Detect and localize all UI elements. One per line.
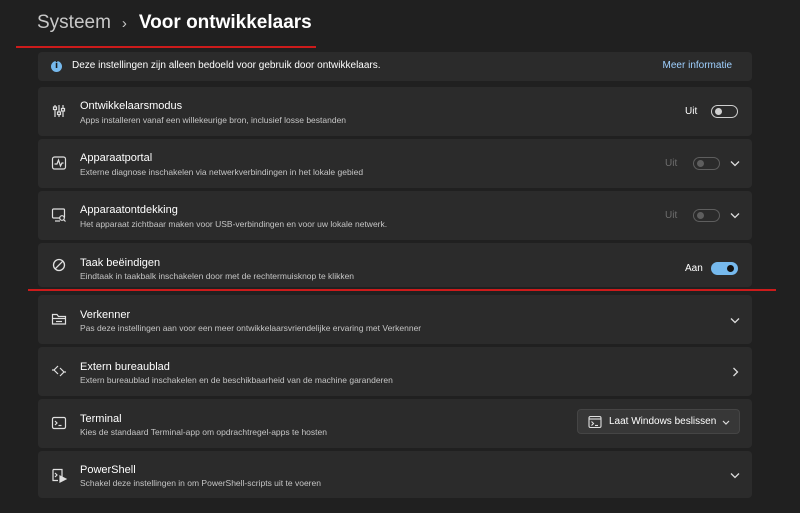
setting-device-portal[interactable]: Apparaatportal Externe diagnose inschake… bbox=[38, 139, 752, 188]
end-task-toggle[interactable] bbox=[711, 262, 738, 275]
device-portal-toggle[interactable] bbox=[693, 157, 720, 170]
chevron-down-icon[interactable] bbox=[730, 212, 740, 219]
setting-title: Apparaatontdekking bbox=[80, 204, 178, 216]
setting-title: Taak beëindigen bbox=[80, 257, 161, 269]
setting-title: Terminal bbox=[80, 413, 122, 425]
setting-description: Eindtaak in taakbalk inschakelen door me… bbox=[80, 271, 355, 281]
setting-description: Het apparaat zichtbaar maken voor USB-ve… bbox=[80, 219, 388, 229]
setting-title: Extern bureaublad bbox=[80, 361, 170, 373]
chevron-down-icon[interactable] bbox=[730, 472, 740, 479]
setting-end-task: Taak beëindigen Eindtaak in taakbalk ins… bbox=[38, 243, 752, 287]
end-task-icon bbox=[51, 257, 67, 273]
info-banner: i Deze instellingen zijn alleen bedoeld … bbox=[38, 52, 752, 81]
terminal-app-dropdown[interactable]: Laat Windows beslissen bbox=[577, 409, 740, 434]
device-portal-icon bbox=[51, 155, 67, 171]
setting-description: Externe diagnose inschakelen via netwerk… bbox=[80, 167, 364, 177]
chevron-down-icon[interactable] bbox=[730, 160, 740, 167]
toggle-state-label: Uit bbox=[685, 106, 698, 117]
breadcrumb-separator-icon: › bbox=[121, 14, 127, 32]
annotation-underline-end-task bbox=[28, 289, 776, 291]
toggle-state-label: Uit bbox=[665, 158, 678, 169]
toggle-state-label: Aan bbox=[685, 263, 703, 274]
toggle-state-label: Uit bbox=[665, 210, 678, 221]
setting-title: Ontwikkelaarsmodus bbox=[80, 100, 183, 112]
chevron-right-icon[interactable] bbox=[732, 367, 739, 377]
setting-powershell[interactable]: PowerShell Schakel deze instellingen in … bbox=[38, 451, 752, 498]
device-discovery-toggle[interactable] bbox=[693, 209, 720, 222]
developer-mode-toggle[interactable] bbox=[711, 105, 738, 118]
setting-description: Extern bureaublad inschakelen en de besc… bbox=[80, 375, 393, 385]
setting-file-explorer[interactable]: Verkenner Pas deze instellingen aan voor… bbox=[38, 295, 752, 344]
powershell-icon bbox=[51, 467, 67, 483]
info-icon: i bbox=[51, 61, 62, 72]
chevron-down-icon bbox=[722, 420, 730, 425]
more-info-link[interactable]: Meer informatie bbox=[663, 60, 732, 71]
setting-remote-desktop[interactable]: Extern bureaublad Extern bureaublad insc… bbox=[38, 347, 752, 396]
setting-description: Kies de standaard Terminal-app om opdrac… bbox=[80, 427, 327, 437]
chevron-down-icon[interactable] bbox=[730, 317, 740, 324]
file-explorer-icon bbox=[51, 311, 67, 327]
setting-title: PowerShell bbox=[80, 464, 136, 476]
setting-title: Verkenner bbox=[80, 309, 131, 321]
remote-desktop-icon bbox=[51, 363, 67, 379]
setting-developer-mode: Ontwikkelaarsmodus Apps installeren vana… bbox=[38, 87, 752, 136]
terminal-icon bbox=[51, 415, 67, 431]
info-text: Deze instellingen zijn alleen bedoeld vo… bbox=[72, 60, 381, 71]
breadcrumb: Systeem › Voor ontwikkelaars bbox=[37, 8, 312, 38]
terminal-app-icon bbox=[588, 415, 602, 429]
setting-description: Apps installeren vanaf een willekeurige … bbox=[80, 115, 347, 125]
setting-description: Schakel deze instellingen in om PowerShe… bbox=[80, 478, 321, 488]
developer-mode-icon bbox=[51, 103, 67, 119]
annotation-underline-title bbox=[16, 46, 316, 48]
setting-description: Pas deze instellingen aan voor een meer … bbox=[80, 323, 422, 333]
setting-title: Apparaatportal bbox=[80, 152, 153, 164]
page-title: Voor ontwikkelaars bbox=[138, 12, 312, 33]
setting-device-discovery[interactable]: Apparaatontdekking Het apparaat zichtbaa… bbox=[38, 191, 752, 240]
device-discovery-icon bbox=[51, 207, 67, 223]
setting-terminal: Terminal Kies de standaard Terminal-app … bbox=[38, 399, 752, 448]
breadcrumb-systeem[interactable]: Systeem bbox=[37, 12, 111, 34]
dropdown-selected-value: Laat Windows beslissen bbox=[609, 416, 717, 427]
